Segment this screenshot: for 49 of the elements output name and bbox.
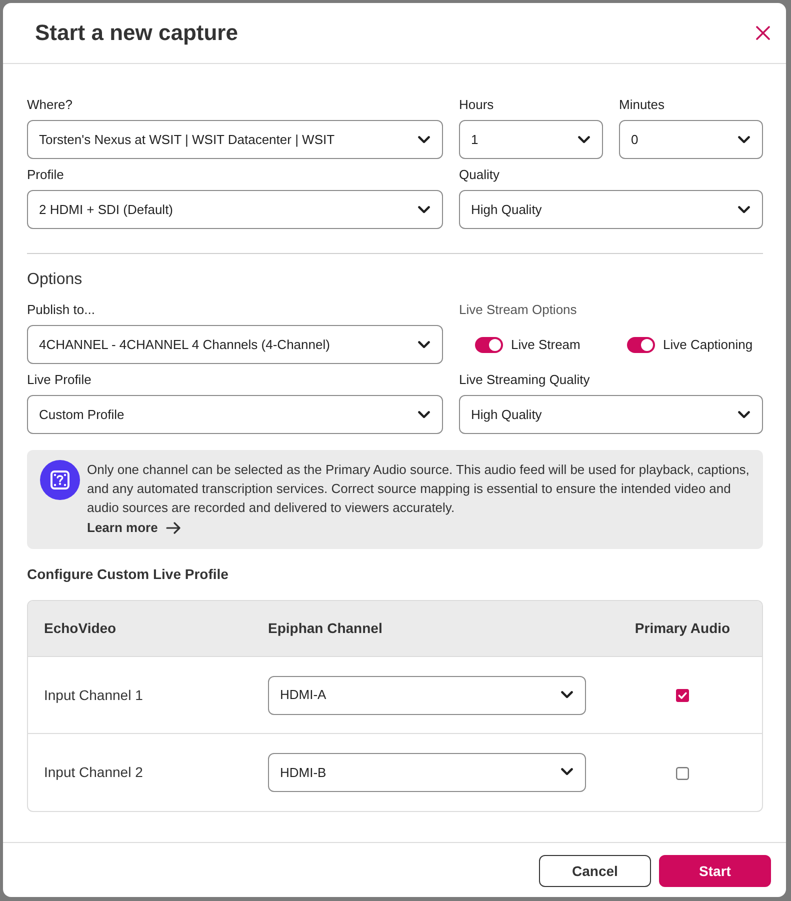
field-label: Where? [27,97,74,113]
minutes-dropdown[interactable]: 0 [619,120,763,159]
column-header: EchoVideo [28,600,268,656]
toggle-label: Live Captioning [663,336,753,354]
arrow-right-icon [166,522,181,534]
channel-dropdown[interactable]: HDMI-B [268,752,586,792]
quality-dropdown[interactable]: High Quality [459,190,763,229]
channel-dropdown[interactable]: HDMI-A [268,676,586,714]
chevron-icon [418,410,430,418]
field-label: Live Profile [27,372,92,388]
section-heading: Configure Custom Live Profile [27,566,230,582]
question-mark-icon [40,460,80,500]
toggle-switch[interactable] [475,336,503,352]
field-label: Live Stream Options [459,302,578,318]
dialog-title: Start a new capture [35,19,238,47]
start-button[interactable]: Start [659,855,771,887]
publish-dropdown[interactable]: 4CHANNEL - 4CHANNEL 4 Channels (4-Channel) [27,325,443,364]
streaming-quality-dropdown[interactable]: High Quality [459,395,763,434]
hours-dropdown[interactable]: 1 [459,120,603,159]
live-profile-dropdown[interactable]: Custom Profile [27,395,443,434]
learn-more-link[interactable]: Learn more [87,518,181,537]
field-label: Hours [459,97,495,113]
toggle-switch[interactable] [627,336,655,352]
location-dropdown[interactable]: Torsten's Nexus at WSIT | WSIT Datacenter | WSIT [27,120,443,159]
chevron-icon [738,410,750,418]
close-icon [756,26,770,40]
chevron-icon [561,768,573,776]
field-label: Profile [27,167,65,183]
column-header: Primary Audio [603,600,762,656]
field-label: Publish to... [27,302,96,318]
column-header: Epiphan Channel [268,600,603,656]
chevron-icon [578,136,590,144]
checkbox[interactable] [676,689,689,702]
info-text: Only one channel can be selected as the Primary Audio source. This audio feed will be used for playback, captions, and any automated transcription services. Correct source mapping is essential to ensure the intended video and audio sources are recorded and delivered to viewers accurately. [87,461,750,517]
close-button[interactable] [756,26,770,40]
chevron-icon [561,691,573,699]
toggle-label: Live Stream [511,336,580,354]
profile-dropdown[interactable]: 2 HDMI + SDI (Default) [27,190,443,229]
chevron-icon [738,136,750,144]
chevron-icon [418,340,430,348]
chevron-icon [418,136,430,144]
section-heading: Options [27,270,84,290]
chevron-icon [418,206,430,214]
field-label: Quality [459,167,500,183]
field-label: Minutes [619,97,666,113]
checkbox[interactable] [676,766,689,780]
chevron-icon [738,206,750,214]
cancel-button[interactable]: Cancel [539,855,651,887]
field-label: Live Streaming Quality [459,372,591,388]
